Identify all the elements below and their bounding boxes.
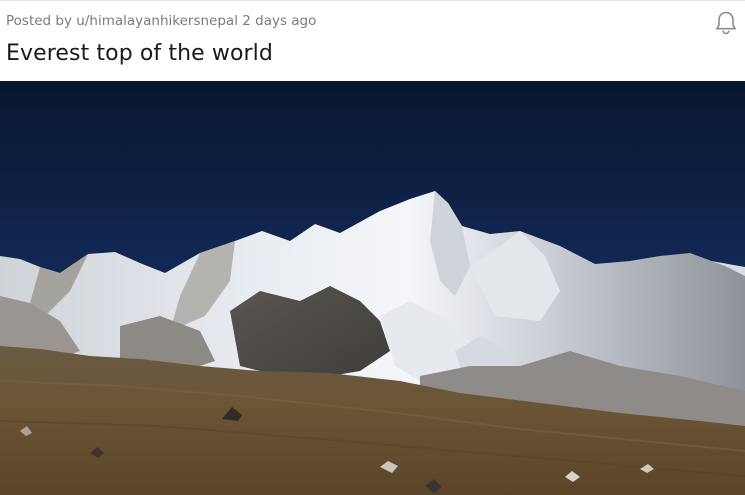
post-time: 2 days ago <box>242 13 317 29</box>
posted-by-label: Posted by <box>6 13 72 29</box>
notification-bell-button[interactable] <box>712 11 740 39</box>
post-image[interactable] <box>0 81 745 495</box>
mountain-photo <box>0 81 745 495</box>
post-header: Posted by u/himalayanhikersnepal 2 days … <box>0 0 745 81</box>
post-meta: Posted by u/himalayanhikersnepal 2 days … <box>6 13 316 29</box>
author-link[interactable]: u/himalayanhikersnepal <box>76 13 238 29</box>
bell-icon <box>714 10 738 40</box>
post-title[interactable]: Everest top of the world <box>6 41 273 66</box>
